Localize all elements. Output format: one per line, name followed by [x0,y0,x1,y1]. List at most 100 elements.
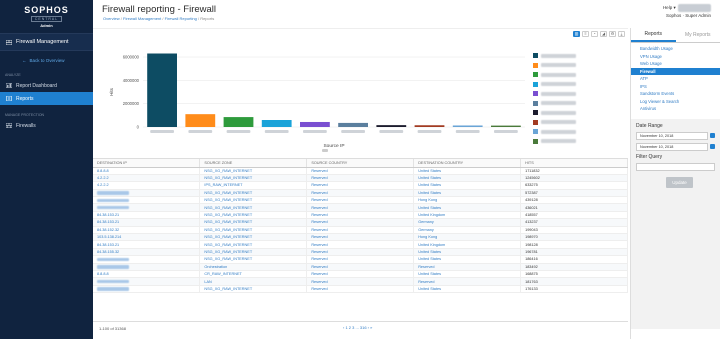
report-item[interactable]: IPS [631,83,720,91]
table-cell[interactable]: IPS_RAW_INTERNET [199,181,308,190]
redacted-ip[interactable] [97,198,129,202]
table-row[interactable]: 103.5.138.214 NSG_XG_RAW_INTERNET Reserved… [93,233,628,242]
report-item[interactable]: Log Viewer & Search [631,98,720,106]
update-button[interactable]: Update [666,176,693,188]
table-row[interactable]: NSG_XG_RAW_INTERNET Reserved United States… [93,285,628,294]
table-row[interactable]: NSG_XG_RAW_INTERNET Reserved United States… [93,203,628,212]
date-from-field[interactable]: November 10, 2018 [636,131,715,140]
table-cell[interactable]: Reserved [306,270,415,279]
legend-item[interactable] [533,80,623,90]
legend-item[interactable] [533,99,623,109]
column-header[interactable]: SOURCE COUNTRY [306,159,415,168]
table-cell[interactable]: NSG_XG_RAW_INTERNET [199,240,308,249]
table-cell[interactable] [93,285,201,294]
table-cell[interactable]: 84.38.153.21 [93,211,201,220]
tab-my-reports[interactable]: My Reports [676,28,720,42]
date-to-field[interactable]: November 10, 2018 [636,142,715,151]
table-row[interactable]: 4.2.2.2 NSG_XG_RAW_INTERNET Reserved United… [93,174,628,183]
table-cell[interactable]: Hong Kong [413,233,522,242]
breadcrumb-firewall-reporting[interactable]: Firewall Reporting [165,16,197,21]
table-row[interactable]: NSG_XG_RAW_INTERNET Reserved Hong Kong 4391… [93,196,628,205]
table-cell[interactable]: NSG_XG_RAW_INTERNET [199,174,308,183]
table-cell[interactable]: United States [413,270,522,279]
back-to-overview-link[interactable]: ← Back to Overview [0,53,93,67]
table-row[interactable]: 4.2.2.2 IPS_RAW_INTERNET Reserved United St… [93,181,628,190]
report-item[interactable]: Firewall [631,67,720,75]
table-cell[interactable]: Reserved [306,189,415,198]
table-cell[interactable]: Germany [413,226,522,235]
table-cell[interactable]: Reserved [306,285,415,294]
pie-chart-view-button[interactable]: ◔ [591,31,598,37]
column-header[interactable]: HITS [520,159,628,168]
filter-query-input[interactable] [636,162,715,171]
legend-item[interactable] [533,118,623,128]
table-cell[interactable]: Reserved [306,233,415,242]
report-item[interactable]: Bandwidth Usage [631,45,720,53]
table-cell[interactable]: Reserved [306,277,415,286]
table-cell[interactable]: Reserved [413,277,522,286]
column-header[interactable]: SOURCE ZONE [199,159,308,168]
table-row[interactable]: NSG_XG_RAW_INTERNET Reserved United States… [93,255,628,264]
table-cell[interactable]: Reserved [306,174,415,183]
area-chart-view-button[interactable]: ◢ [600,31,607,37]
table-cell[interactable]: NSG_XG_RAW_INTERNET [199,255,308,264]
help-menu[interactable]: Help ▾ [663,5,676,10]
table-cell[interactable]: Germany [413,218,522,227]
sidebar-item-reports[interactable]: Reports [0,92,93,105]
table-cell[interactable] [93,203,201,212]
table-cell[interactable] [93,263,201,271]
tab-reports[interactable]: Reports [631,28,676,42]
module-title[interactable]: Firewall Management [0,33,93,51]
table-row[interactable]: 84.38.153.21 NSG_XG_RAW_INTERNET Reserved G… [93,218,628,227]
table-cell[interactable]: United States [413,189,522,198]
redacted-ip[interactable] [97,205,129,210]
table-cell[interactable]: United States [413,203,522,212]
table-row[interactable]: LAN Reserved Reserved 181763 [93,277,628,286]
legend-item[interactable] [533,137,623,147]
table-row[interactable]: NSG_XG_RAW_INTERNET Reserved United States… [93,189,628,198]
table-row[interactable]: 84.38.152.32 NSG_XG_RAW_INTERNET Reserved G… [93,226,628,235]
legend-item[interactable] [533,108,623,118]
table-cell[interactable]: LAN [199,277,308,286]
table-cell[interactable]: NSG_XG_RAW_INTERNET [199,285,308,294]
table-cell[interactable]: NSG_XG_RAW_INTERNET [199,196,308,205]
table-cell[interactable]: United Kingdom [413,211,522,220]
pagination[interactable]: ‹ 1 2 3 ... 316 › » [343,325,372,330]
table-cell[interactable]: Reserved [306,263,415,271]
table-cell[interactable] [93,196,201,205]
sophos-logo[interactable]: SOPHOS CENTRAL Admin [0,0,93,33]
report-item[interactable]: VPN Usage [631,53,720,61]
table-cell[interactable]: 4.2.2.2 [93,181,201,190]
legend-item[interactable] [533,51,623,61]
table-cell[interactable]: United States [413,181,522,190]
table-cell[interactable]: NSG_XG_RAW_INTERNET [199,167,308,175]
download-button[interactable]: ⤓ [618,31,625,37]
redacted-ip[interactable] [97,191,129,195]
table-cell[interactable]: United States [413,285,522,294]
legend-item[interactable] [533,70,623,80]
table-cell[interactable]: NSG_XG_RAW_INTERNET [199,211,308,220]
table-cell[interactable] [93,277,201,286]
table-cell[interactable]: Reserved [306,181,415,190]
user-name[interactable]: xxxxxxxxxxxxx ▾ [678,4,711,12]
bar-chart-view-button[interactable]: ▥ [573,31,580,37]
redacted-ip[interactable] [97,279,129,284]
table-cell[interactable]: 8.8.8.8 [93,167,201,175]
sidebar-item-firewalls[interactable]: Firewalls [0,119,93,132]
table-cell[interactable]: Reserved [306,211,415,220]
redacted-ip[interactable] [97,265,129,269]
table-cell[interactable]: Reserved [306,240,415,249]
table-cell[interactable]: NSG_XG_RAW_INTERNET [199,233,308,242]
table-cell[interactable]: CR_RAW_INTERNET [199,270,308,279]
table-view-button[interactable]: ≡ [582,31,589,37]
report-item[interactable]: Sandstorm Events [631,90,720,98]
table-cell[interactable]: NSG_XG_RAW_INTERNET [199,226,308,235]
table-cell[interactable]: 4.2.2.2 [93,174,201,183]
report-item[interactable]: Antivirus [631,105,720,113]
calendar-icon[interactable] [710,143,715,149]
table-row[interactable]: 8.8.8.8 NSG_XG_RAW_INTERNET Reserved United… [93,167,628,175]
redacted-ip[interactable] [97,287,129,291]
column-header[interactable]: DESTINATION IP [93,159,201,168]
table-row[interactable]: 84.38.153.21 NSG_XG_RAW_INTERNET Reserved U… [93,240,628,249]
breadcrumb-firewall-management[interactable]: Firewall Management [123,16,161,21]
